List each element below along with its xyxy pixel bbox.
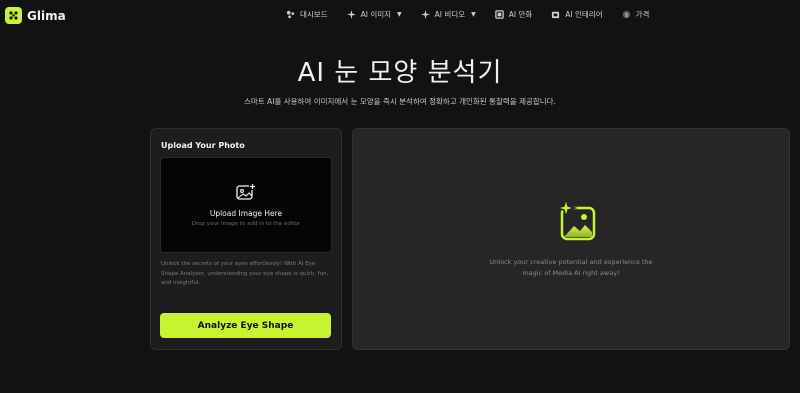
magic-image-icon bbox=[556, 199, 596, 241]
nav-label-ai-comic: AI 만화 bbox=[508, 10, 533, 19]
dropzone-title: Upload Image Here bbox=[209, 209, 283, 218]
svg-text:$: $ bbox=[624, 13, 627, 19]
result-placeholder-text: Unlock your creative potential and exper… bbox=[353, 257, 789, 279]
nav-item-pricing[interactable]: $ 가격 bbox=[622, 9, 650, 20]
nav-item-ai-image[interactable]: AI 이미지 ▼ bbox=[346, 9, 402, 20]
nav-item-ai-comic[interactable]: AI 만화 bbox=[495, 9, 533, 20]
top-nav-bar: Glima 대시보드 AI 이미지 ▼ AI 비디오 ▼ AI 만화 AI 인테… bbox=[0, 0, 800, 34]
nav-label-pricing: 가격 bbox=[635, 10, 650, 19]
upload-panel-title: Upload Your Photo bbox=[161, 141, 245, 150]
add-image-icon bbox=[236, 183, 256, 200]
nav-item-ai-video[interactable]: AI 비디오 ▼ bbox=[420, 9, 476, 20]
image-icon bbox=[346, 10, 356, 19]
nav-label-dashboard: 대시보드 bbox=[300, 10, 328, 19]
logo-text: Glima bbox=[27, 8, 66, 23]
image-dropzone[interactable]: Upload Image Here Drop your image to add… bbox=[160, 157, 332, 253]
page-title: AI 눈 모양 분석기 bbox=[297, 58, 503, 88]
chevron-down-icon: ▼ bbox=[471, 11, 476, 18]
comic-icon bbox=[495, 10, 504, 19]
dashboard-icon bbox=[286, 10, 295, 19]
logo[interactable]: Glima bbox=[5, 7, 66, 24]
price-icon: $ bbox=[622, 10, 630, 19]
nav-item-ai-interior[interactable]: AI 인테리어 bbox=[551, 9, 603, 20]
video-icon bbox=[420, 10, 430, 19]
result-text-line-1: Unlock your creative potential and exper… bbox=[489, 258, 653, 266]
nav-label-ai-interior: AI 인테리어 bbox=[565, 10, 603, 19]
interior-icon bbox=[552, 11, 560, 19]
analyze-eye-shape-button[interactable]: Analyze Eye Shape bbox=[160, 313, 331, 338]
main-nav: 대시보드 AI 이미지 ▼ AI 비디오 ▼ AI 만화 AI 인테리어 $ 가… bbox=[286, 9, 668, 20]
logo-icon bbox=[5, 7, 22, 24]
dropzone-hint: Drop your image to add in to the editor bbox=[191, 221, 301, 227]
chevron-down-icon: ▼ bbox=[397, 11, 402, 18]
page-subtitle: 스마트 AI를 사용하여 이미지에서 눈 모양을 즉시 분석하여 정확하고 개인… bbox=[244, 97, 556, 106]
upload-description: Unlock the secrets of your eyes effortle… bbox=[161, 261, 329, 286]
result-text-line-2: magic of Media AI right away! bbox=[522, 269, 620, 277]
nav-item-dashboard[interactable]: 대시보드 bbox=[286, 9, 328, 20]
nav-label-ai-image: AI 이미지 bbox=[360, 10, 392, 19]
result-panel: Unlock your creative potential and exper… bbox=[352, 128, 790, 350]
nav-label-ai-video: AI 비디오 bbox=[434, 10, 466, 19]
